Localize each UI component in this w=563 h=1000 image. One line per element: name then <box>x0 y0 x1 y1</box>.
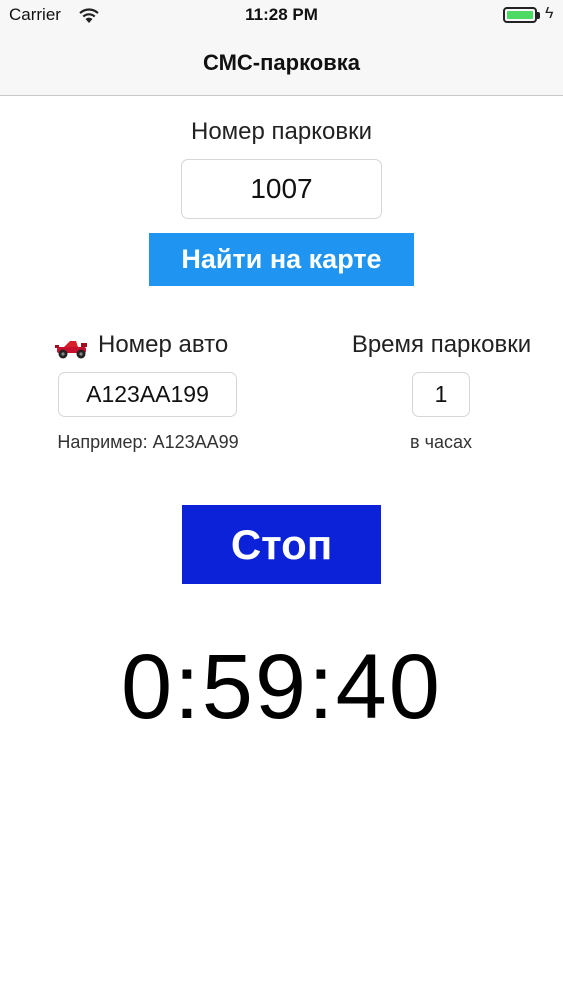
charging-icon: ϟ <box>545 5 554 22</box>
parking-number-input[interactable] <box>181 159 382 219</box>
car-number-label: Номер авто <box>98 331 229 358</box>
stop-button[interactable]: Стоп <box>182 505 381 584</box>
navigation-bar: СМС-парковка <box>0 32 563 96</box>
page-title: СМС-парковка <box>202 50 361 75</box>
clock-label: 11:28 PM <box>245 5 318 24</box>
car-number-hint: Например: А123АА99 <box>57 432 239 452</box>
battery-icon <box>503 7 537 23</box>
parking-time-label: Время парковки <box>351 331 532 358</box>
find-on-map-button[interactable]: Найти на карте <box>149 233 414 286</box>
parking-hours-hint: в часах <box>410 432 472 452</box>
countdown-timer: 0:59:40 <box>121 636 442 738</box>
battery-level <box>507 11 533 19</box>
race-car-icon <box>55 341 87 359</box>
status-bar: Carrier 11:28 PM ϟ <box>0 0 563 32</box>
parking-hours-input[interactable] <box>412 372 470 417</box>
car-number-input[interactable] <box>58 372 237 417</box>
parking-number-label: Номер парковки <box>190 118 372 145</box>
battery-tip <box>537 12 540 19</box>
